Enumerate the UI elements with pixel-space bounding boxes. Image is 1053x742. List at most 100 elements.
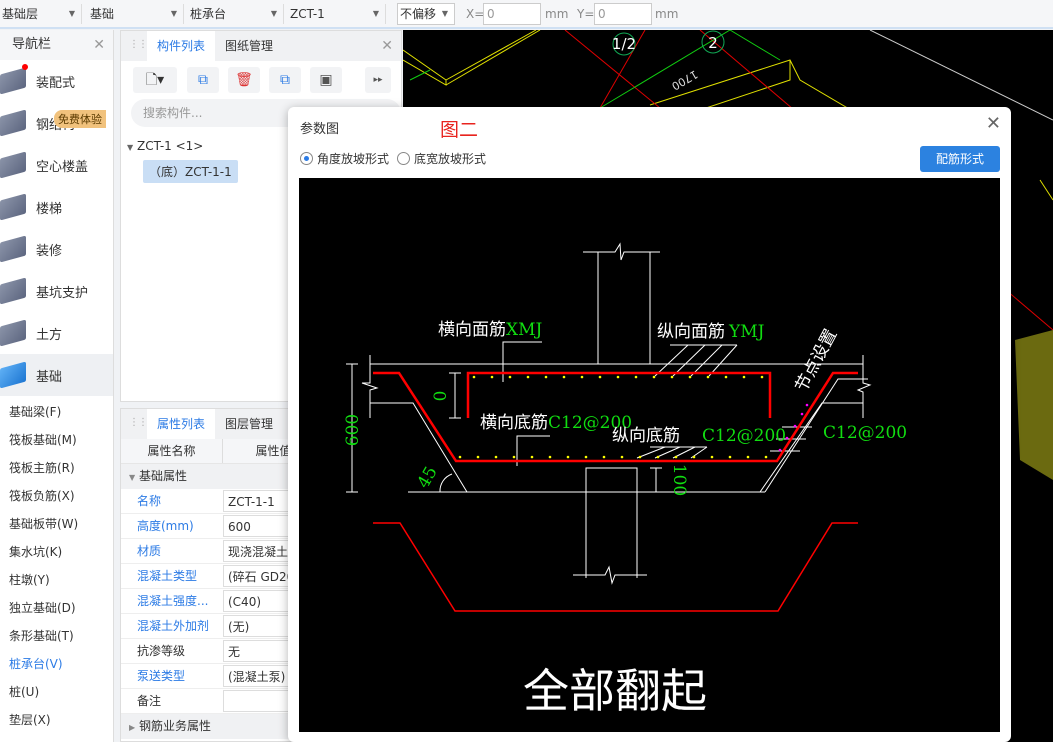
svg-text:横向面筋XMJ: 横向面筋XMJ <box>438 320 543 340</box>
nav-list-item[interactable]: 条形基础(T) <box>0 622 113 650</box>
earthwork-icon <box>0 319 26 347</box>
tab-drawing-management[interactable]: 图纸管理 <box>215 31 283 61</box>
top-rebar <box>466 371 772 418</box>
y-unit: mm <box>655 7 679 21</box>
y-input[interactable]: 0 <box>594 3 652 25</box>
rebar-dot <box>512 455 516 459</box>
top-y-label: 纵向面筋 <box>657 322 725 342</box>
nav-label: 空心楼盖 <box>36 159 89 175</box>
group-label: 钢筋业务属性 <box>138 719 211 733</box>
rebar-dot <box>494 455 498 459</box>
grid-slab-icon <box>0 151 26 179</box>
nav-label: 基坑支护 <box>36 285 89 301</box>
nav-label: 装配式 <box>36 75 76 91</box>
rebar-dot <box>530 455 534 459</box>
rebar-dot <box>616 375 620 379</box>
offset-value: 不偏移 <box>400 7 437 21</box>
rebar-dot <box>724 375 728 379</box>
type-value: 基础 <box>90 7 115 21</box>
nav-list-item[interactable]: 集水坑(K) <box>0 538 113 566</box>
nav-list-item[interactable]: 桩(U) <box>0 678 113 706</box>
canvas-dimension: 1700 <box>669 67 700 92</box>
nav-list-item[interactable]: 基础梁(F) <box>0 398 113 426</box>
foundation-cubes-icon <box>0 361 26 389</box>
nav-item-pit-support[interactable]: 基坑支护 <box>0 270 113 312</box>
nav-item-stairs[interactable]: 楼梯 <box>0 186 113 228</box>
tab-layers[interactable]: 图层管理 <box>215 409 283 439</box>
pit-support-icon <box>0 277 26 305</box>
drawing-caption: 全部翻起 <box>523 664 707 718</box>
nav-list-item[interactable]: 垫层(X) <box>0 706 113 734</box>
rebar-dot <box>548 455 552 459</box>
rebar-dot <box>652 375 656 379</box>
floor-select[interactable]: 基础层 ▼ <box>0 4 82 24</box>
component-select[interactable]: ZCT-1 ▼ <box>288 4 386 24</box>
side-code: C12@200 <box>823 423 907 443</box>
nav-item-foundation[interactable]: 基础 <box>0 354 113 396</box>
new-component-button[interactable]: 🗋▾ <box>133 67 177 93</box>
nav-list-item[interactable]: 独立基础(D) <box>0 594 113 622</box>
tree-node-selected[interactable]: （底）ZCT-1-1 <box>143 160 238 183</box>
stairs-icon <box>0 193 26 221</box>
radio-label: 底宽放坡形式 <box>414 152 487 166</box>
tree-node-parent[interactable]: ▼ ZCT-1 <1> <box>127 139 203 153</box>
drag-handle-icon[interactable]: ⋮⋮ <box>129 39 148 50</box>
copy-icon[interactable]: ⧉ <box>187 67 219 93</box>
rebar-dot <box>692 455 696 459</box>
radio-width-slope[interactable]: 底宽放坡形式 <box>397 150 486 167</box>
radio-checked-icon <box>300 152 313 165</box>
top-y-code: YMJ <box>728 322 765 342</box>
nav-list-item[interactable]: 筏板主筋(R) <box>0 454 113 482</box>
nav-label: 楼梯 <box>36 201 63 217</box>
close-icon[interactable]: ✕ <box>986 113 1001 134</box>
nav-item-hollow-slab[interactable]: 空心楼盖 <box>0 144 113 186</box>
nav-item-earthwork[interactable]: 土方 <box>0 312 113 354</box>
rebar-dot <box>598 375 602 379</box>
radio-angle-slope[interactable]: 角度放坡形式 <box>300 150 389 167</box>
axis-label-2: 2 <box>708 34 718 52</box>
save-template-icon[interactable]: ▣ <box>310 67 342 93</box>
nav-list-item-selected[interactable]: 桩承台(V) <box>0 650 113 678</box>
nav-list-item[interactable]: 基础板带(W) <box>0 510 113 538</box>
subtype-select[interactable]: 桩承台 ▼ <box>188 4 284 24</box>
property-key: 混凝土类型 <box>137 569 198 583</box>
nav-item-decoration[interactable]: 装修 <box>0 228 113 270</box>
parameter-diagram-dialog: 参数图 图二 ✕ 角度放坡形式 底宽放坡形式 配筋形式 横向面筋XMJ 纵向面筋 <box>288 107 1011 742</box>
nav-item-prefab[interactable]: 装配式 <box>0 60 113 102</box>
nav-label: 基础 <box>36 369 63 385</box>
property-key: 混凝土外加剂 <box>137 619 210 633</box>
rebar-form-button[interactable]: 配筋形式 <box>920 146 1000 172</box>
subtype-value: 桩承台 <box>190 7 227 21</box>
angle-dimension: 45 <box>414 463 442 492</box>
dialog-title: 参数图 <box>300 122 340 137</box>
nav-list-item[interactable]: 筏板负筋(X) <box>0 482 113 510</box>
nav-title: 导航栏 <box>12 37 52 52</box>
nav-list-item[interactable]: 柱墩(Y) <box>0 566 113 594</box>
rebar-dot <box>602 455 606 459</box>
drag-handle-icon[interactable]: ⋮⋮ <box>129 417 148 428</box>
x-input[interactable]: 0 <box>483 3 541 25</box>
steel-beam-icon <box>0 109 26 137</box>
free-trial-badge[interactable]: 免费体验 <box>54 110 106 128</box>
duplicate-icon[interactable]: ⧉ <box>269 67 301 93</box>
close-icon[interactable]: ✕ <box>93 30 105 60</box>
x-unit: mm <box>545 7 569 21</box>
type-select[interactable]: 基础 ▼ <box>88 4 184 24</box>
component-value: ZCT-1 <box>290 7 325 21</box>
rebar-dot <box>620 455 624 459</box>
tab-properties[interactable]: 属性列表 <box>147 409 216 439</box>
nav-item-steel[interactable]: 钢结构免费体验 <box>0 102 113 144</box>
parameter-drawing[interactable]: 横向面筋XMJ 纵向面筋 YMJ 横向底筋C12@200 纵向底筋 C12@200… <box>299 178 1000 732</box>
rebar-dot <box>490 375 494 379</box>
nav-list-item[interactable]: 筏板基础(M) <box>0 426 113 454</box>
y-label: Y= <box>577 7 595 21</box>
decoration-icon <box>0 235 26 263</box>
tab-component-list[interactable]: 构件列表 <box>147 31 216 61</box>
offset-select[interactable]: 不偏移 ▼ <box>397 3 455 25</box>
rebar-dot <box>764 455 768 459</box>
nav-label: 装修 <box>36 243 63 259</box>
delete-icon[interactable]: 🗑 <box>228 67 260 93</box>
more-icon[interactable]: ▸▸ <box>365 67 391 93</box>
property-key: 材质 <box>137 544 162 558</box>
close-icon[interactable]: ✕ <box>381 31 393 61</box>
